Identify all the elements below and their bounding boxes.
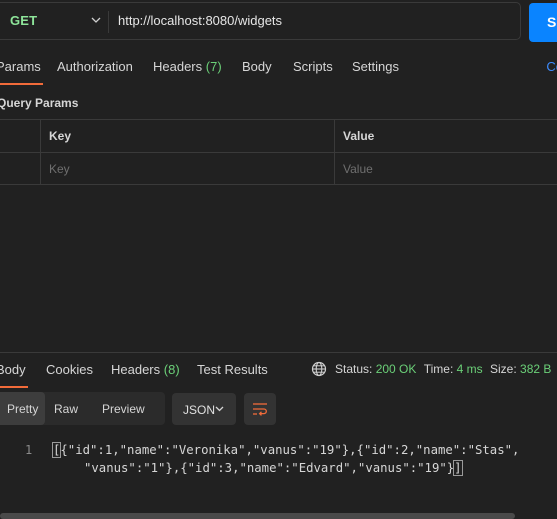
query-params-table: Key Value Key Value — [0, 119, 557, 185]
response-divider — [0, 352, 557, 353]
size-label: Size: — [490, 362, 517, 376]
tab-headers-label: Headers — [153, 59, 203, 74]
code-line-1-text: {"id":1,"name":"Veronika","vanus":"19"},… — [60, 443, 520, 457]
request-tabs: Params Authorization Headers (7) Body Sc… — [0, 50, 557, 85]
code-line-1[interactable]: [{"id":1,"name":"Veronika","vanus":"19"}… — [51, 442, 520, 458]
raw-button[interactable]: Raw — [54, 392, 90, 425]
key-input[interactable]: Key — [49, 162, 70, 176]
size-value[interactable]: 382 B — [520, 362, 551, 376]
preview-button[interactable]: Preview — [102, 392, 157, 425]
close-bracket: ] — [453, 460, 463, 476]
wrap-lines-icon — [253, 403, 267, 416]
wrap-lines-button[interactable] — [244, 393, 276, 425]
chevron-down-icon — [215, 406, 224, 412]
horizontal-scrollbar[interactable] — [0, 513, 515, 519]
response-tab-headers[interactable]: Headers (8) — [111, 362, 180, 377]
response-tab-body[interactable]: Body — [0, 362, 28, 388]
url-input[interactable] — [118, 13, 498, 28]
response-tab-test-results[interactable]: Test Results — [197, 362, 268, 377]
response-headers-count-badge: (8) — [163, 362, 180, 377]
tab-authorization[interactable]: Authorization — [57, 59, 133, 74]
status-value[interactable]: 200 OK — [376, 362, 417, 376]
value-input[interactable]: Value — [343, 162, 373, 176]
cookies-link[interactable]: Co — [546, 59, 557, 74]
line-number: 1 — [25, 443, 33, 457]
globe-icon[interactable] — [311, 361, 327, 377]
tab-headers[interactable]: Headers (7) — [153, 59, 222, 74]
response-status: Status: 200 OK Time: 4 ms Size: 382 B — [335, 362, 551, 376]
send-button[interactable]: Se — [529, 3, 557, 42]
response-tab-headers-label: Headers — [111, 362, 161, 377]
tab-scripts[interactable]: Scripts — [293, 59, 333, 74]
format-select-label: JSON — [183, 403, 216, 417]
view-mode-toggle: Pretty Raw Preview — [0, 392, 165, 425]
tab-body[interactable]: Body — [242, 59, 272, 74]
tab-settings[interactable]: Settings — [352, 59, 399, 74]
headers-count-badge: (7) — [205, 59, 222, 74]
column-header-key: Key — [49, 129, 72, 143]
response-tab-cookies[interactable]: Cookies — [46, 362, 93, 377]
url-divider — [108, 11, 109, 33]
chevron-down-icon[interactable] — [91, 15, 101, 25]
column-header-value: Value — [343, 129, 375, 143]
code-line-2[interactable]: "vanus":"1"},{"id":3,"name":"Edvard","va… — [84, 460, 463, 476]
pretty-button[interactable]: Pretty — [0, 392, 45, 425]
postman-window: GET Se Params Authorization Headers (7) … — [0, 0, 557, 519]
query-params-title: Query Params — [0, 96, 79, 110]
method-select[interactable]: GET — [10, 13, 37, 28]
time-value[interactable]: 4 ms — [457, 362, 483, 376]
tab-params[interactable]: Params — [0, 59, 43, 85]
row-divider — [0, 152, 557, 153]
code-line-2-text: "vanus":"1"},{"id":3,"name":"Edvard","va… — [84, 461, 455, 475]
format-select[interactable]: JSON — [172, 393, 236, 425]
status-label: Status: — [335, 362, 373, 376]
time-label: Time: — [423, 362, 454, 376]
request-bar: GET — [0, 2, 521, 40]
